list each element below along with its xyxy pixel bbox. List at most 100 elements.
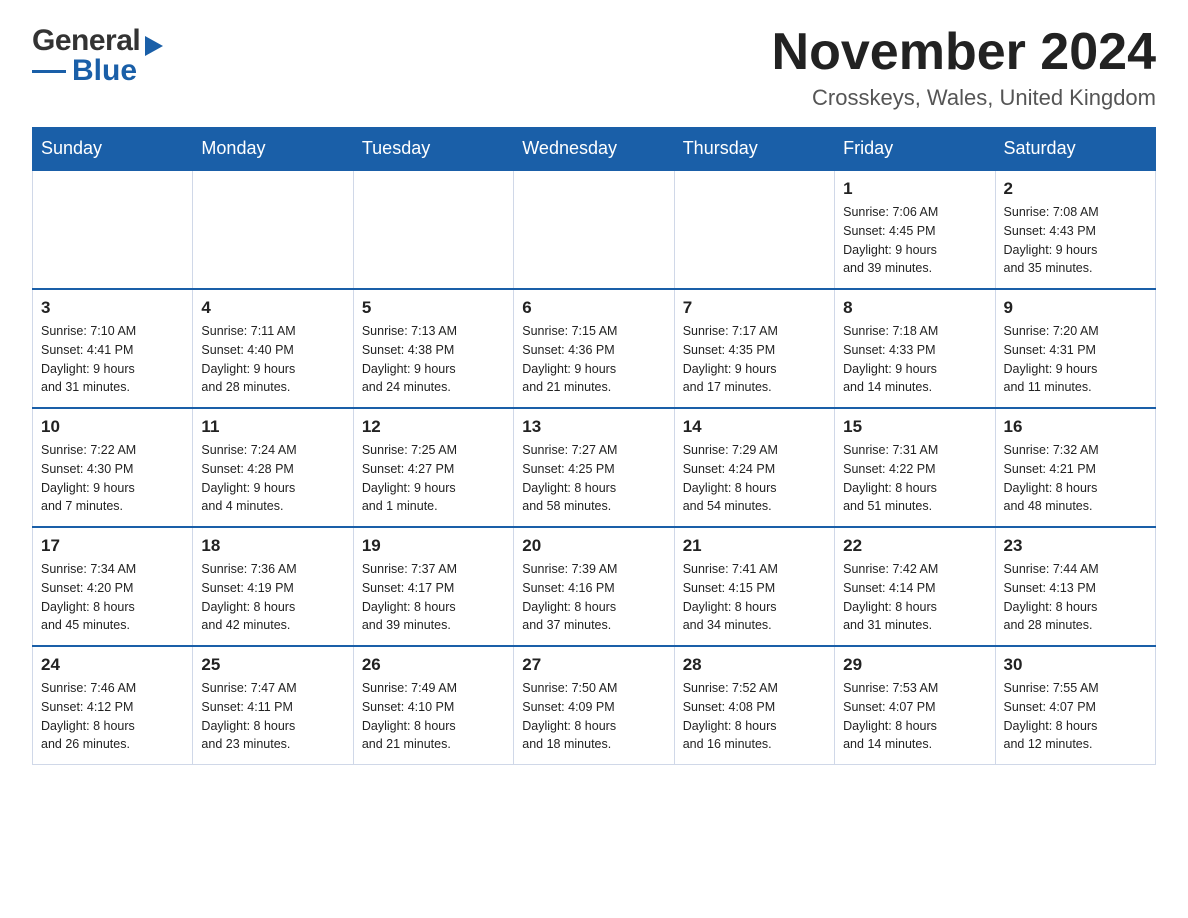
day-number: 9: [1004, 298, 1147, 318]
day-info: Sunrise: 7:36 AM Sunset: 4:19 PM Dayligh…: [201, 560, 344, 635]
logo-general-text: General: [32, 24, 140, 58]
day-number: 21: [683, 536, 826, 556]
day-info: Sunrise: 7:44 AM Sunset: 4:13 PM Dayligh…: [1004, 560, 1147, 635]
location: Crosskeys, Wales, United Kingdom: [772, 85, 1156, 111]
day-number: 30: [1004, 655, 1147, 675]
calendar-week-row: 1Sunrise: 7:06 AM Sunset: 4:45 PM Daylig…: [33, 170, 1156, 289]
day-number: 20: [522, 536, 665, 556]
table-row: 22 Sunrise: 7:42 AM Sunset: 4:14 PM Dayli…: [835, 527, 995, 646]
day-info: Sunrise: 7:41 AM Sunset: 4:15 PM Dayligh…: [683, 560, 826, 635]
table-row: 9 Sunrise: 7:20 AM Sunset: 4:31 PM Daylig…: [995, 289, 1155, 408]
table-row: [674, 170, 834, 289]
logo-line-decor: [32, 70, 66, 73]
logo-blue-text: Blue: [72, 54, 137, 88]
day-number: 17: [41, 536, 184, 556]
table-row: 29Sunrise: 7:53 AM Sunset: 4:07 PM Dayli…: [835, 646, 995, 765]
day-number: 6: [522, 298, 665, 318]
day-number: 12: [362, 417, 505, 437]
table-row: 27Sunrise: 7:50 AM Sunset: 4:09 PM Dayli…: [514, 646, 674, 765]
day-number: 4: [201, 298, 344, 318]
day-info: Sunrise: 7:18 AM Sunset: 4:33 PM Dayligh…: [843, 322, 986, 397]
day-info: Sunrise: 7:52 AM Sunset: 4:08 PM Dayligh…: [683, 679, 826, 754]
table-row: 20 Sunrise: 7:39 AM Sunset: 4:16 PM Dayli…: [514, 527, 674, 646]
day-info: Sunrise: 7:32 AM Sunset: 4:21 PM Dayligh…: [1004, 441, 1147, 516]
day-number: 16: [1004, 417, 1147, 437]
day-number: 13: [522, 417, 665, 437]
col-sunday: Sunday: [33, 128, 193, 171]
table-row: 30 Sunrise: 7:55 AM Sunset: 4:07 PM Dayli…: [995, 646, 1155, 765]
day-info: Sunrise: 7:39 AM Sunset: 4:16 PM Dayligh…: [522, 560, 665, 635]
table-row: [353, 170, 513, 289]
day-info: Sunrise: 7:06 AM Sunset: 4:45 PM Dayligh…: [843, 203, 986, 278]
table-row: 13 Sunrise: 7:27 AM Sunset: 4:25 PM Dayli…: [514, 408, 674, 527]
calendar-header-row: Sunday Monday Tuesday Wednesday Thursday…: [33, 128, 1156, 171]
day-number: 22: [843, 536, 986, 556]
day-info: Sunrise: 7:42 AM Sunset: 4:14 PM Dayligh…: [843, 560, 986, 635]
col-thursday: Thursday: [674, 128, 834, 171]
day-number: 23: [1004, 536, 1147, 556]
calendar-week-row: 24 Sunrise: 7:46 AM Sunset: 4:12 PM Dayli…: [33, 646, 1156, 765]
table-row: 3 Sunrise: 7:10 AM Sunset: 4:41 PM Daylig…: [33, 289, 193, 408]
day-number: 26: [362, 655, 505, 675]
col-tuesday: Tuesday: [353, 128, 513, 171]
day-info: Sunrise: 7:46 AM Sunset: 4:12 PM Dayligh…: [41, 679, 184, 754]
table-row: 10 Sunrise: 7:22 AM Sunset: 4:30 PM Dayli…: [33, 408, 193, 527]
col-wednesday: Wednesday: [514, 128, 674, 171]
day-number: 18: [201, 536, 344, 556]
day-info: Sunrise: 7:24 AM Sunset: 4:28 PM Dayligh…: [201, 441, 344, 516]
table-row: 21 Sunrise: 7:41 AM Sunset: 4:15 PM Dayli…: [674, 527, 834, 646]
table-row: 19Sunrise: 7:37 AM Sunset: 4:17 PM Dayli…: [353, 527, 513, 646]
day-info: Sunrise: 7:20 AM Sunset: 4:31 PM Dayligh…: [1004, 322, 1147, 397]
day-number: 19: [362, 536, 505, 556]
table-row: 5 Sunrise: 7:13 AM Sunset: 4:38 PM Daylig…: [353, 289, 513, 408]
day-info: Sunrise: 7:13 AM Sunset: 4:38 PM Dayligh…: [362, 322, 505, 397]
day-info: Sunrise: 7:08 AM Sunset: 4:43 PM Dayligh…: [1004, 203, 1147, 278]
day-info: Sunrise: 7:22 AM Sunset: 4:30 PM Dayligh…: [41, 441, 184, 516]
table-row: 1Sunrise: 7:06 AM Sunset: 4:45 PM Daylig…: [835, 170, 995, 289]
day-number: 7: [683, 298, 826, 318]
month-title: November 2024: [772, 24, 1156, 81]
table-row: 17Sunrise: 7:34 AM Sunset: 4:20 PM Dayli…: [33, 527, 193, 646]
table-row: [193, 170, 353, 289]
table-row: 28 Sunrise: 7:52 AM Sunset: 4:08 PM Dayli…: [674, 646, 834, 765]
day-info: Sunrise: 7:50 AM Sunset: 4:09 PM Dayligh…: [522, 679, 665, 754]
day-info: Sunrise: 7:11 AM Sunset: 4:40 PM Dayligh…: [201, 322, 344, 397]
day-number: 3: [41, 298, 184, 318]
day-info: Sunrise: 7:31 AM Sunset: 4:22 PM Dayligh…: [843, 441, 986, 516]
day-number: 10: [41, 417, 184, 437]
calendar-week-row: 3 Sunrise: 7:10 AM Sunset: 4:41 PM Daylig…: [33, 289, 1156, 408]
day-number: 25: [201, 655, 344, 675]
day-info: Sunrise: 7:27 AM Sunset: 4:25 PM Dayligh…: [522, 441, 665, 516]
day-info: Sunrise: 7:10 AM Sunset: 4:41 PM Dayligh…: [41, 322, 184, 397]
day-number: 5: [362, 298, 505, 318]
table-row: 14Sunrise: 7:29 AM Sunset: 4:24 PM Dayli…: [674, 408, 834, 527]
table-row: [514, 170, 674, 289]
day-info: Sunrise: 7:55 AM Sunset: 4:07 PM Dayligh…: [1004, 679, 1147, 754]
table-row: 11Sunrise: 7:24 AM Sunset: 4:28 PM Dayli…: [193, 408, 353, 527]
calendar-week-row: 10 Sunrise: 7:22 AM Sunset: 4:30 PM Dayli…: [33, 408, 1156, 527]
table-row: 25Sunrise: 7:47 AM Sunset: 4:11 PM Dayli…: [193, 646, 353, 765]
logo-flag-icon: [143, 34, 165, 56]
col-saturday: Saturday: [995, 128, 1155, 171]
table-row: 4 Sunrise: 7:11 AM Sunset: 4:40 PM Daylig…: [193, 289, 353, 408]
calendar-table: Sunday Monday Tuesday Wednesday Thursday…: [32, 127, 1156, 765]
day-number: 8: [843, 298, 986, 318]
day-info: Sunrise: 7:49 AM Sunset: 4:10 PM Dayligh…: [362, 679, 505, 754]
col-monday: Monday: [193, 128, 353, 171]
title-area: November 2024 Crosskeys, Wales, United K…: [772, 24, 1156, 111]
table-row: [33, 170, 193, 289]
calendar-week-row: 17Sunrise: 7:34 AM Sunset: 4:20 PM Dayli…: [33, 527, 1156, 646]
table-row: 15Sunrise: 7:31 AM Sunset: 4:22 PM Dayli…: [835, 408, 995, 527]
day-number: 28: [683, 655, 826, 675]
col-friday: Friday: [835, 128, 995, 171]
table-row: 16 Sunrise: 7:32 AM Sunset: 4:21 PM Dayli…: [995, 408, 1155, 527]
day-info: Sunrise: 7:15 AM Sunset: 4:36 PM Dayligh…: [522, 322, 665, 397]
table-row: 6 Sunrise: 7:15 AM Sunset: 4:36 PM Daylig…: [514, 289, 674, 408]
day-number: 24: [41, 655, 184, 675]
table-row: 24 Sunrise: 7:46 AM Sunset: 4:12 PM Dayli…: [33, 646, 193, 765]
day-number: 14: [683, 417, 826, 437]
table-row: 23 Sunrise: 7:44 AM Sunset: 4:13 PM Dayli…: [995, 527, 1155, 646]
table-row: 7 Sunrise: 7:17 AM Sunset: 4:35 PM Daylig…: [674, 289, 834, 408]
table-row: 2Sunrise: 7:08 AM Sunset: 4:43 PM Daylig…: [995, 170, 1155, 289]
day-info: Sunrise: 7:17 AM Sunset: 4:35 PM Dayligh…: [683, 322, 826, 397]
